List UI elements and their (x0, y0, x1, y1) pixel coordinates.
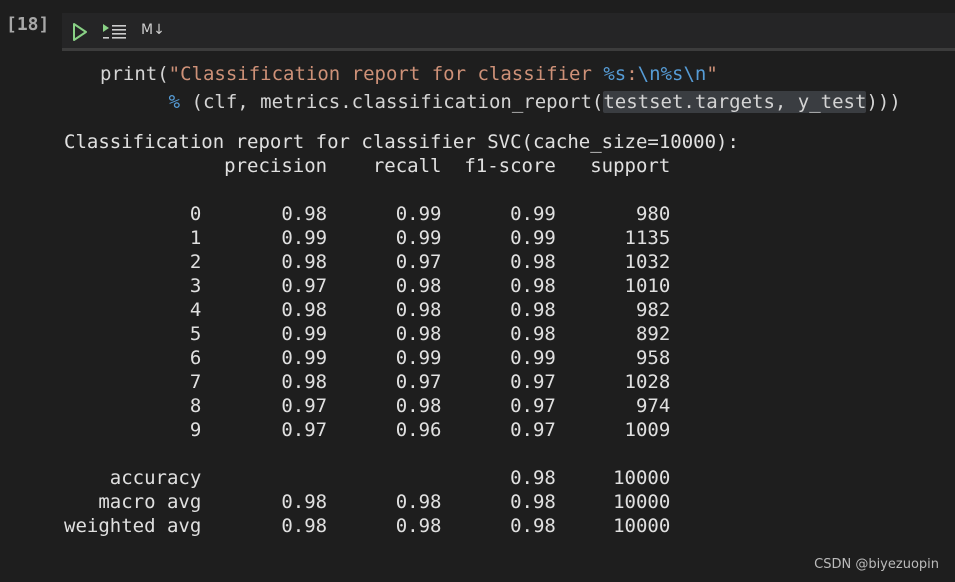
code-token-string: : (626, 63, 638, 85)
code-token-string: " (706, 63, 718, 85)
code-token-escape: \n (683, 63, 707, 85)
play-icon (73, 23, 87, 41)
code-token-escape: \n (637, 63, 661, 85)
watermark: CSDN @biyezuopin (814, 557, 939, 572)
code-token-closing: ))) (866, 91, 901, 113)
code-token-format: %s (603, 63, 627, 85)
code-token-call: (clf, metrics.classification_report( (180, 91, 604, 113)
cell-toolbar: M↓ (62, 13, 955, 51)
markdown-toggle-button[interactable]: M↓ (141, 22, 165, 38)
run-cell-button[interactable] (72, 23, 88, 41)
code-token-operator: % (168, 91, 181, 113)
code-editor[interactable]: print("Classification report for classif… (100, 60, 950, 116)
run-below-button[interactable] (102, 22, 128, 42)
code-token-format: %s (660, 63, 684, 85)
code-line-1: print("Classification report for classif… (100, 63, 718, 85)
run-below-icon (103, 24, 126, 39)
code-token-print: print( (100, 63, 169, 85)
cell-output: Classification report for classifier SVC… (64, 131, 739, 537)
execution-count: [18] (6, 14, 50, 35)
code-line-2: % (clf, metrics.classification_report(te… (100, 91, 901, 113)
code-token-string: "Classification report for classifier (168, 63, 604, 85)
code-selection-highlight: testset.targets, y_test (603, 91, 867, 113)
